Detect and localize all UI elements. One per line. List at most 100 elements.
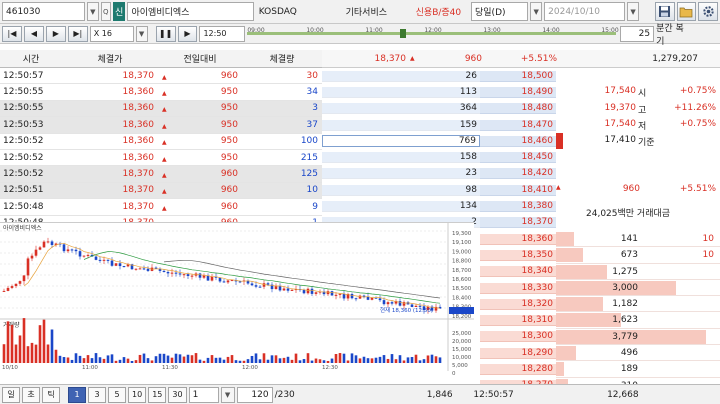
ask-qty: 159 xyxy=(322,119,480,131)
bid-price: 18,350 xyxy=(480,249,556,261)
trade-change-value: 960 xyxy=(220,185,238,196)
second-button[interactable]: 초 xyxy=(22,386,40,403)
speed-value: X 16 xyxy=(93,29,112,38)
stock-code-input[interactable]: 461030 xyxy=(2,2,85,21)
candle-body xyxy=(330,291,334,296)
slider-tick: 11:00 xyxy=(365,26,383,34)
bid-qty: 1,182 xyxy=(612,299,638,310)
ask-row[interactable]: 98 18,410 ▲ 960 +5.51% xyxy=(322,182,720,198)
bottom-toolbar: 일 초 틱 1 3 5 10 15 30 1 ▼ 120 /230 1,846 … xyxy=(0,384,720,404)
bid-qty-cell: 3,779 xyxy=(556,329,720,346)
candle-body xyxy=(6,287,10,291)
bid-total: 12,668 xyxy=(607,389,639,400)
candle-body xyxy=(230,280,234,282)
minute-button-30[interactable]: 30 xyxy=(168,386,187,403)
volume-bar xyxy=(98,357,102,363)
save-icon[interactable] xyxy=(654,2,675,21)
ask-row[interactable]: 113 18,490 17,540 시 +0.75% xyxy=(322,84,720,100)
interval-input[interactable]: 1 xyxy=(188,386,219,403)
candle-body xyxy=(258,286,262,288)
price-axis-tick: 18,500 xyxy=(452,286,472,292)
play-button[interactable]: ▶ xyxy=(177,25,198,42)
bid-edge-value: 10 xyxy=(702,233,714,244)
folder-icon[interactable] xyxy=(676,2,697,21)
page-input[interactable]: 120 xyxy=(236,386,273,403)
time-input[interactable]: 12:50 xyxy=(199,25,246,42)
speed-input[interactable]: X 16 xyxy=(89,25,134,42)
last-button[interactable]: ▶| xyxy=(67,25,88,42)
minute-button-1[interactable]: 1 xyxy=(68,386,86,403)
ask-row[interactable]: 364 18,480 19,370 고 +11.26% xyxy=(322,101,720,117)
minute-button-3[interactable]: 3 xyxy=(88,386,106,403)
candle-body xyxy=(358,295,362,299)
info-diff: 960 xyxy=(622,184,640,195)
price-chart[interactable]: 아이엠비디엑스거래량19,30019,10019,00018,80018,700… xyxy=(0,222,474,385)
info-cell xyxy=(556,215,720,231)
candle-body xyxy=(350,294,354,299)
minutes-input[interactable]: 25 xyxy=(620,25,655,42)
volume-bar xyxy=(74,353,78,363)
volume-bar xyxy=(366,358,370,363)
prev-button[interactable]: ◀ xyxy=(23,25,44,42)
volume-bar xyxy=(250,355,254,363)
volume-bar xyxy=(134,360,138,363)
minute-button-15[interactable]: 15 xyxy=(148,386,167,403)
volume-axis-tick: 15,000 xyxy=(452,347,472,353)
ask-row[interactable]: 134 18,380 24,025백만 거래대금 xyxy=(322,198,720,219)
trade-time: 12:50:52 xyxy=(3,136,44,147)
ask-row[interactable]: 26 18,500 xyxy=(322,68,720,84)
trade-price: 18,360 xyxy=(122,103,155,114)
code-dropdown-icon[interactable]: ▼ xyxy=(86,2,99,21)
volume-bar xyxy=(154,356,158,363)
candle-body xyxy=(198,273,202,278)
date-input[interactable]: 2024/10/10 xyxy=(544,2,626,21)
minute-button-10[interactable]: 10 xyxy=(128,386,147,403)
period-dropdown-icon[interactable]: ▼ xyxy=(530,2,543,21)
candle-body xyxy=(38,247,42,250)
day-button[interactable]: 일 xyxy=(2,386,20,403)
bid-price: 18,340 xyxy=(480,266,556,278)
candle-body xyxy=(174,272,178,274)
tick-button[interactable]: 틱 xyxy=(42,386,60,403)
search-icon[interactable]: Q xyxy=(100,2,111,21)
trade-row: 12:50:52 18,360 ▲ 950 215 xyxy=(0,150,322,167)
volume-bar xyxy=(86,355,90,363)
date-dropdown-icon[interactable]: ▼ xyxy=(627,2,639,21)
info-rate: +0.75% xyxy=(679,118,716,129)
up-arrow-icon: ▲ xyxy=(162,139,167,147)
next-button[interactable]: ▶ xyxy=(45,25,66,42)
volume-bar xyxy=(210,355,214,363)
minute-button-5[interactable]: 5 xyxy=(108,386,126,403)
volume-bar xyxy=(358,358,362,363)
period-select[interactable]: 당일(D) xyxy=(471,2,529,21)
candle-body xyxy=(102,259,106,261)
slider-thumb[interactable] xyxy=(400,28,407,38)
settings-icon[interactable] xyxy=(698,2,719,21)
ask-row[interactable]: 158 18,450 xyxy=(322,149,720,165)
ask-row[interactable]: 769 18,460 17,410 기준 xyxy=(322,133,720,150)
first-button[interactable]: |◀ xyxy=(2,25,22,42)
candle-body xyxy=(382,300,386,305)
current-rate: +5.51% xyxy=(520,53,557,64)
date-value: 2024/10/10 xyxy=(548,6,601,17)
current-price-marker xyxy=(556,133,563,150)
candle-body xyxy=(146,268,150,271)
candle-body xyxy=(74,249,78,252)
volume-bar xyxy=(14,344,18,363)
volume-bar xyxy=(226,356,230,363)
step-forward-icon: ▶ xyxy=(52,29,59,38)
volume-bar xyxy=(158,353,162,363)
time-slider[interactable]: 09:00 10:00 11:00 12:00 13:00 14:00 15:00 xyxy=(247,26,619,42)
speed-dropdown-icon[interactable]: ▼ xyxy=(135,25,148,42)
interval-dropdown-icon[interactable]: ▼ xyxy=(220,386,235,403)
up-arrow-icon: ▲ xyxy=(162,204,167,212)
pause-button[interactable]: ❚❚ xyxy=(155,25,176,42)
bid-qty-cell: 189 xyxy=(556,361,720,378)
ask-row[interactable]: 159 18,470 17,540 저 +0.75% xyxy=(322,117,720,133)
volume-bar xyxy=(46,344,50,363)
volume-bar xyxy=(314,358,318,363)
trade-change-value: 950 xyxy=(220,152,238,163)
ask-row[interactable]: 23 18,420 xyxy=(322,166,720,182)
candle-body xyxy=(334,294,338,296)
ask-price: 18,450 xyxy=(480,152,556,164)
